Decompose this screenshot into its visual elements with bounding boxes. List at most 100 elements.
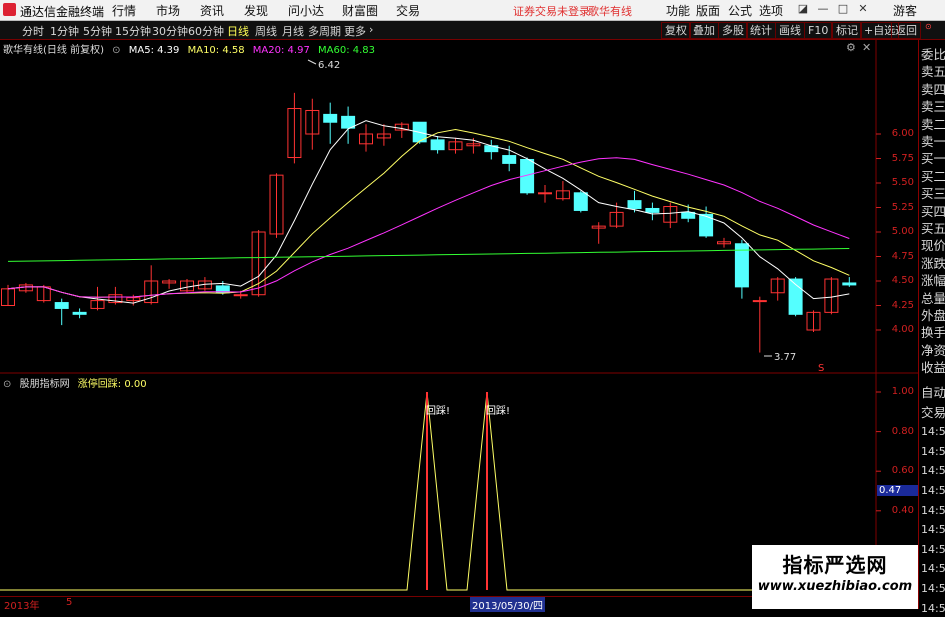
quote-field-label: 买四 [921,203,945,219]
btn-biaoji[interactable]: 标记 [832,22,862,39]
quote-field-label: 涨跌 [921,255,945,271]
chart-area[interactable]: 6.42 3.77 S 回踩! 回踩! [0,40,918,596]
period-more[interactable]: 更多 [344,23,366,39]
more-arrow-icon[interactable]: › [369,23,373,36]
login-status[interactable]: 证券交易未登录 [513,3,590,19]
menu-shichang[interactable]: 市场 [156,2,180,19]
quote-field-label: 买一 [921,151,945,167]
menu-faxian[interactable]: 发现 [244,2,268,19]
quote-field-label: 委比 [921,47,945,62]
quote-field-label: 净资 [921,342,945,358]
quote-field-label: 总量 [921,290,945,306]
skin-icon[interactable]: ◪ [794,2,812,17]
period-5min[interactable]: 5分钟 [83,23,112,39]
period-60min[interactable]: 60分钟 [188,23,224,39]
menu-hangqing[interactable]: 行情 [112,2,136,19]
period-toolbar: 分时 1分钟 5分钟 15分钟 30分钟 60分钟 日线 周线 月线 多周期 更… [0,21,945,40]
period-30min[interactable]: 30分钟 [152,23,188,39]
main-y-tick: 4.00 [891,324,914,335]
peak-label-1: 回踩! [426,405,450,417]
ma60-line [7,248,850,262]
menu-zixun[interactable]: 资讯 [200,2,224,19]
cursor-date: 2013/05/30/四 [470,597,546,612]
quote-field-label: 卖四 [921,81,945,97]
menu-caifuquan[interactable]: 财富圈 [342,2,378,19]
close-icon[interactable]: ✕ [854,2,872,17]
quote-field-label: 收益 [921,360,945,376]
quote-field-label: 买二 [921,168,945,184]
date-month: 5 [66,597,73,608]
period-daily[interactable]: 日线 [227,23,249,39]
btn-huaxian[interactable]: 画线 [775,22,805,39]
main-chart-grid [0,40,918,596]
btn-duogu[interactable]: 多股 [718,22,748,39]
period-fenshi[interactable]: 分时 [22,23,44,39]
candle-up [752,300,767,303]
indicator-collapse-icon[interactable]: ⊙ [3,379,11,390]
collapse-icon[interactable]: ⊙ [112,45,120,56]
period-monthly[interactable]: 月线 [282,23,304,39]
s-marker: S [818,363,824,374]
menu-xuanxiang[interactable]: 选项 [759,2,783,19]
main-legend: 歌华有线(日线 前复权) ⊙ MA5: 4.39 MA10: 4.58 MA20… [3,41,380,56]
title-bar: 通达信金融终端 行情 市场 资讯 发现 问小达 财富圈 交易 证券交易未登录 歌… [0,0,945,21]
trade-tick-item: 14:56 [921,601,945,615]
candle-down [323,113,338,123]
right-quote-panel[interactable]: 委比 卖五 卖四 卖三 卖二 卖一 买一 买二 买三 买四 买五 现价 涨跌 涨幅 总量 外盘 换手 净资 收益 自动… [918,40,945,615]
candle-down [502,155,517,164]
btn-diejia[interactable]: 叠加 [689,22,719,39]
indicator-price-tag: 0.47 [877,485,919,496]
maximize-icon[interactable]: □ [834,2,852,17]
main-y-tick: 5.00 [891,226,914,237]
trade-tick-item: 14:56 [921,484,945,497]
quote-field-label: 现价 [921,238,945,254]
trade-tick-item: 14:56 [921,582,945,595]
trade-tick-item: 14:56 [921,464,945,478]
panel-toggle-icon[interactable]: ⊙ [925,23,932,31]
menu-gongneng[interactable]: 功能 [666,2,690,19]
quote-field-label: 卖一 [921,134,945,149]
period-15min[interactable]: 15分钟 [115,23,151,39]
quote-field-label: 买五 [921,221,945,236]
btn-fanhui[interactable]: 返回 [891,22,921,39]
indicator-name: 股朋指标网 [19,379,70,390]
menu-banmian[interactable]: 版面 [696,2,720,19]
chart-close-icon[interactable]: ✕ [862,41,871,54]
minimize-icon[interactable]: — [814,2,832,17]
trade-tick-item: 14:56 [921,425,945,439]
trade-tick-item: 14:56 [921,503,945,517]
period-1min[interactable]: 1分钟 [50,23,79,39]
ma5-label: MA5: 4.39 [128,45,180,56]
candle-down [54,302,69,309]
main-y-tick: 5.25 [891,201,914,213]
btn-f10[interactable]: F10 [804,22,833,39]
watermark-title: 指标严选网 [782,553,888,577]
main-y-tick: 4.75 [891,250,914,262]
indicator-y-tick: 0.40 [891,504,914,516]
trade-tick-item: 交易 [921,404,945,420]
main-y-tick: 6.00 [891,128,914,139]
menu-gongshi[interactable]: 公式 [728,2,752,19]
menu-jiaoyi[interactable]: 交易 [396,2,420,19]
menu-wenxiaoda[interactable]: 问小达 [288,2,324,19]
period-weekly[interactable]: 周线 [255,23,277,39]
candle-down [72,311,87,315]
quote-field-label: 买三 [921,186,945,202]
app-name: 通达信金融终端 [20,5,105,19]
quote-field-label: 卖三 [921,99,945,115]
candle-down [645,207,660,213]
quote-field-label: 换手 [921,325,945,341]
candle-down [627,200,642,209]
watermark-url: www.xuezhibiao.com [757,579,913,594]
btn-tongji[interactable]: 统计 [746,22,776,39]
quote-field-label: 外盘 [921,308,945,323]
settings-gear-icon[interactable]: ⚙ [846,41,856,54]
period-multi[interactable]: 多周期 [308,23,341,39]
indicator-y-tick: 0.80 [891,425,914,437]
user-label[interactable]: 游客 [893,2,917,19]
btn-fuquan[interactable]: 复权 [661,22,691,39]
trade-tick-item: 14:56 [921,542,945,556]
candle-down [430,139,445,151]
watermark: 指标严选网 www.xuezhibiao.com [752,545,918,609]
ma60-label: MA60: 4.83 [318,45,376,56]
